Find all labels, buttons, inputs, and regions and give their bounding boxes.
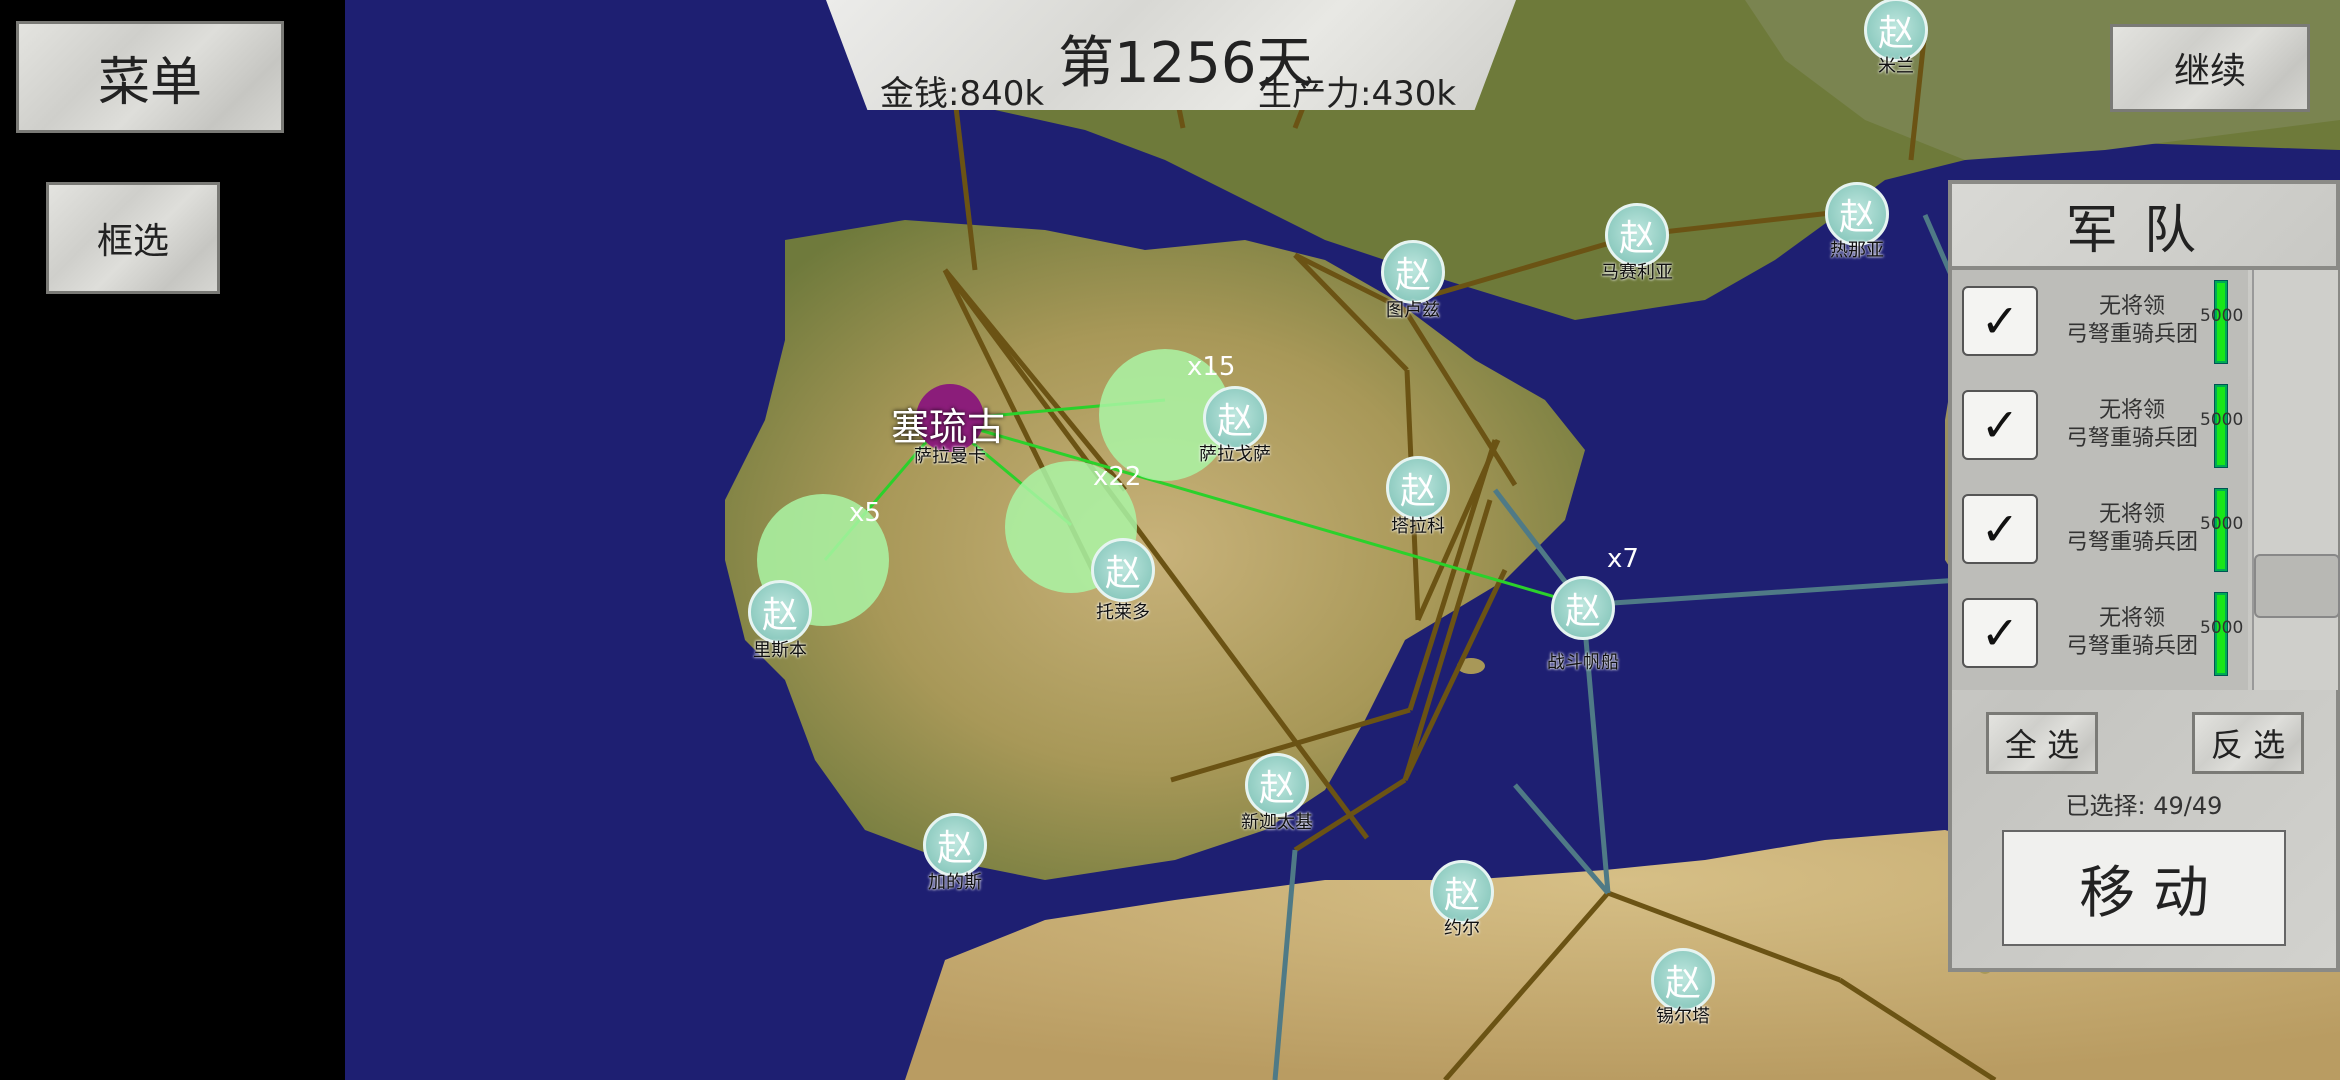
city-label-toulouse: 图卢兹 — [1386, 300, 1440, 321]
unit-checkbox[interactable]: ✓ — [1962, 598, 2038, 668]
naval-unit-label: 战斗帆船 — [1547, 652, 1619, 673]
enemy-city-sublabel: 萨拉曼卡 — [914, 446, 986, 467]
selected-count: 已选择: 49/49 — [2065, 792, 2223, 820]
city-label-massilia: 马赛利亚 — [1601, 262, 1673, 283]
select-all-button[interactable]: 全 选 — [1986, 712, 2098, 774]
army-stack-count[interactable]: x22 — [1093, 462, 1141, 492]
unit-checkbox[interactable]: ✓ — [1962, 494, 2038, 564]
unit-row[interactable]: ✓ 无将领 弓弩重骑兵团 5000 — [1952, 374, 2248, 478]
army-stack-count[interactable]: x7 — [1607, 544, 1639, 574]
unit-list[interactable]: ✓ 无将领 弓弩重骑兵团 5000 ✓ 无将领 弓弩重骑兵团 5000 ✓ 无将… — [1952, 270, 2248, 690]
city-label-cirta: 锡尔塔 — [1656, 1006, 1710, 1027]
unit-hp: 5000 — [2200, 306, 2244, 326]
city-marker[interactable]: 赵 — [1381, 240, 1445, 304]
city-label-genua: 热那亚 — [1830, 240, 1884, 261]
army-stack-count[interactable]: x15 — [1187, 352, 1235, 382]
unit-row[interactable]: ✓ 无将领 弓弩重骑兵团 5000 — [1952, 270, 2248, 374]
city-marker[interactable]: 赵 — [1551, 576, 1615, 640]
unit-hp: 5000 — [2200, 514, 2244, 534]
army-panel-title: 军队 — [1952, 184, 2336, 270]
unit-checkbox[interactable]: ✓ — [1962, 286, 2038, 356]
unit-hp: 5000 — [2200, 618, 2244, 638]
city-label-lisbon: 里斯本 — [753, 640, 807, 661]
city-label-milan: 米兰 — [1878, 56, 1914, 77]
city-label-toledo: 托莱多 — [1096, 602, 1150, 623]
city-marker[interactable]: 赵 — [1091, 538, 1155, 602]
unit-checkbox[interactable]: ✓ — [1962, 390, 2038, 460]
invert-selection-button[interactable]: 反 选 — [2192, 712, 2304, 774]
unit-type: 弓弩重骑兵团 — [2065, 322, 2198, 347]
city-marker[interactable]: 赵 — [748, 580, 812, 644]
army-panel: 军队 ✓ 无将领 弓弩重骑兵团 5000 ✓ 无将领 弓弩重骑兵团 5000 ✓… — [1948, 180, 2340, 972]
unit-type: 弓弩重骑兵团 — [2065, 426, 2198, 451]
left-sidebar: 菜单 框选 — [0, 0, 345, 1080]
menu-button[interactable]: 菜单 — [16, 21, 284, 133]
money-display: 金钱:840k — [880, 74, 1045, 114]
city-label-iol: 约尔 — [1444, 918, 1480, 939]
city-label-tarraco: 塔拉科 — [1391, 516, 1445, 537]
continue-button[interactable]: 继续 — [2110, 24, 2310, 112]
unit-row[interactable]: ✓ 无将领 弓弩重骑兵团 5000 — [1952, 582, 2248, 686]
city-label-zaragoza: 萨拉戈萨 — [1199, 444, 1271, 465]
army-stack-count[interactable]: x5 — [849, 498, 881, 528]
move-button[interactable]: 移 动 — [2002, 830, 2286, 946]
box-select-button[interactable]: 框选 — [46, 182, 220, 294]
production-display: 生产力:430k — [1258, 74, 1457, 114]
unit-type: 弓弩重骑兵团 — [2065, 634, 2198, 659]
unit-type: 弓弩重骑兵团 — [2065, 530, 2198, 555]
city-label-gades: 加的斯 — [928, 872, 982, 893]
unit-row[interactable]: ✓ 无将领 弓弩重骑兵团 5000 — [1952, 478, 2248, 582]
city-label-carthago-nova: 新迦太基 — [1241, 812, 1313, 833]
unit-hp: 5000 — [2200, 410, 2244, 430]
unit-list-scrollbar[interactable] — [2252, 270, 2338, 690]
scrollbar-thumb[interactable] — [2254, 554, 2340, 618]
city-marker[interactable]: 赵 — [1386, 456, 1450, 520]
